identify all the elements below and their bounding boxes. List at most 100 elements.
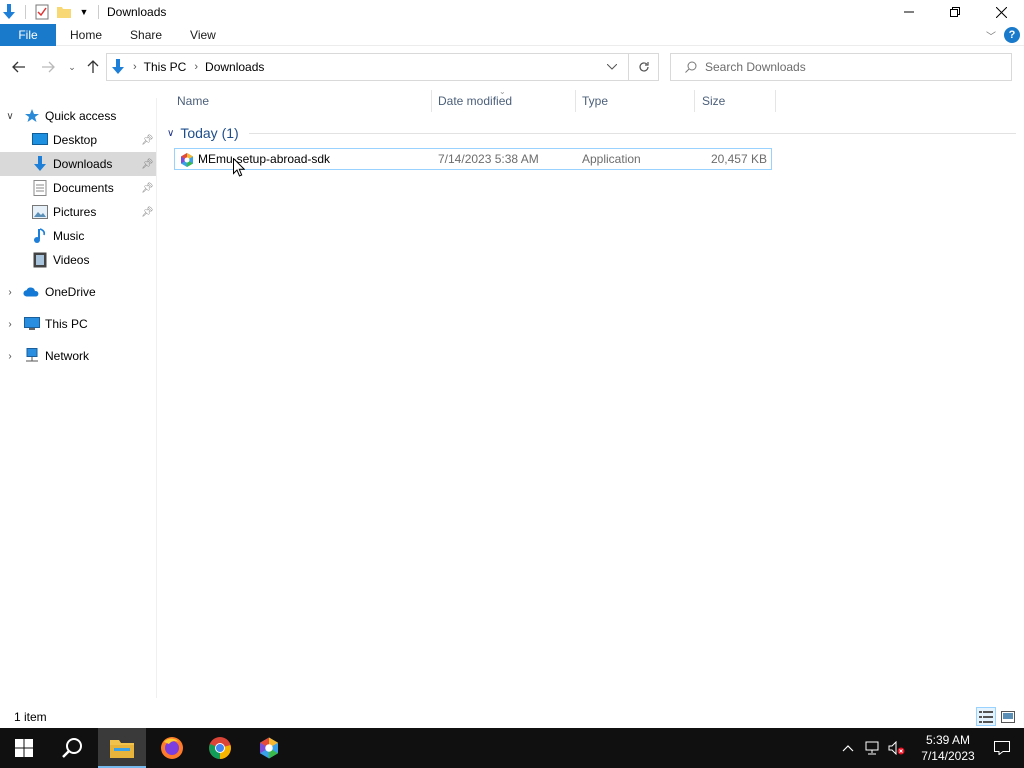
memu-app-icon	[179, 152, 195, 168]
refresh-icon[interactable]	[628, 54, 658, 80]
search-icon[interactable]	[48, 728, 96, 768]
up-button[interactable]	[81, 55, 105, 79]
memu-icon[interactable]	[245, 728, 293, 768]
tab-home[interactable]: Home	[56, 24, 116, 46]
column-header-label: Name	[177, 94, 210, 108]
view-buttons	[976, 707, 1018, 726]
sidebar-item-documents[interactable]: Documents 📌︎	[0, 176, 156, 200]
clock-time: 5:39 AM	[925, 733, 971, 747]
file-row[interactable]: MEmu-setup-abroad-sdk 7/14/2023 5:38 AM …	[174, 148, 772, 170]
sidebar-item-pictures[interactable]: Pictures 📌︎	[0, 200, 156, 224]
group-label: Today (1)	[180, 125, 239, 141]
start-icon[interactable]	[0, 728, 48, 768]
sidebar-item-downloads[interactable]: Downloads 📌︎	[0, 152, 156, 176]
download-icon	[32, 156, 48, 172]
music-icon	[32, 228, 48, 244]
column-divider[interactable]	[775, 90, 776, 112]
pin-icon[interactable]: 📌︎	[141, 207, 154, 218]
network-icon	[24, 348, 40, 364]
minimize-icon[interactable]	[886, 0, 932, 24]
close-icon[interactable]	[978, 0, 1024, 24]
address-bar[interactable]: › This PC › Downloads	[106, 53, 659, 81]
search-box[interactable]	[670, 53, 1012, 81]
network-status-icon[interactable]	[860, 741, 884, 755]
new-folder-icon[interactable]	[56, 5, 72, 19]
videos-icon	[32, 252, 48, 268]
sidebar-item-onedrive[interactable]: › OneDrive	[0, 280, 156, 304]
download-location-icon	[111, 59, 125, 75]
file-date: 7/14/2023 5:38 AM	[438, 152, 539, 166]
desktop-icon	[32, 132, 48, 148]
mouse-cursor-icon	[233, 157, 246, 180]
download-arrow-icon	[1, 4, 17, 20]
chevron-down-icon[interactable]: ∨	[167, 128, 174, 139]
tab-share[interactable]: Share	[116, 24, 176, 46]
volume-muted-icon[interactable]	[884, 741, 910, 755]
sidebar-item-network[interactable]: › Network	[0, 344, 156, 368]
window-title: Downloads	[107, 5, 167, 19]
sidebar-item-label: Network	[45, 349, 90, 363]
sidebar-item-videos[interactable]: Videos	[0, 248, 156, 272]
help-icon[interactable]: ?	[1004, 27, 1020, 43]
chevron-right-icon[interactable]: ›	[4, 351, 16, 362]
quick-access-toolbar: ▼	[0, 0, 99, 24]
sidebar-item-label: Desktop	[53, 133, 98, 147]
sidebar-item-label: Videos	[53, 253, 90, 267]
chrome-icon[interactable]	[196, 728, 244, 768]
file-name[interactable]: MEmu-setup-abroad-sdk	[198, 152, 330, 166]
group-header-today[interactable]: ∨ Today (1)	[164, 122, 1016, 144]
breadcrumb-this-pc[interactable]: This PC	[144, 60, 187, 74]
firefox-icon[interactable]	[148, 728, 196, 768]
details-view-icon[interactable]	[976, 707, 996, 726]
column-header-size[interactable]: Size	[695, 88, 776, 114]
tab-file[interactable]: File	[0, 23, 56, 46]
chevron-right-icon[interactable]: ›	[133, 61, 137, 73]
sidebar-item-quick-access[interactable]: ∨ Quick access	[0, 104, 156, 128]
clock-date: 7/14/2023	[921, 749, 975, 763]
restore-icon[interactable]	[932, 0, 978, 24]
column-header-name[interactable]: Name	[170, 88, 432, 114]
chevron-right-icon[interactable]: ›	[4, 287, 16, 298]
file-explorer-icon[interactable]	[98, 728, 146, 768]
sidebar-item-label: Pictures	[53, 205, 97, 219]
forward-button[interactable]	[36, 55, 60, 79]
clock[interactable]: 5:39 AM 7/14/2023	[916, 732, 980, 764]
chevron-right-icon[interactable]: ›	[4, 319, 16, 330]
properties-icon[interactable]	[34, 4, 50, 20]
documents-icon	[32, 180, 48, 196]
sidebar-item-label: Quick access	[45, 109, 117, 123]
system-tray: 5:39 AM 7/14/2023	[836, 728, 1024, 768]
pin-icon[interactable]: 📌︎	[141, 135, 154, 146]
chevron-down-icon[interactable]: ∨	[4, 111, 16, 122]
pin-icon[interactable]: 📌︎	[141, 183, 154, 194]
sidebar-item-label: OneDrive	[45, 285, 96, 299]
customize-toolbar-icon[interactable]: ▼	[76, 7, 92, 17]
search-icon	[685, 61, 697, 73]
column-header-label: Size	[702, 94, 726, 108]
title-bar: ▼ Downloads	[0, 0, 1024, 24]
breadcrumb-downloads[interactable]: Downloads	[205, 60, 264, 74]
status-bar: 1 item	[0, 706, 1024, 728]
column-header-date[interactable]: Date modified ⌄	[432, 87, 576, 114]
pin-icon[interactable]: 📌︎	[141, 159, 154, 170]
address-dropdown-icon[interactable]	[600, 54, 624, 80]
tab-view[interactable]: View	[176, 24, 230, 46]
notifications-icon[interactable]	[980, 741, 1024, 755]
expand-ribbon-icon[interactable]: ﹀	[986, 28, 996, 43]
separator	[98, 5, 99, 19]
column-header-type[interactable]: Type	[576, 88, 695, 114]
back-button[interactable]	[7, 55, 31, 79]
sidebar-item-this-pc[interactable]: › This PC	[0, 312, 156, 336]
separator	[25, 5, 26, 19]
window-controls	[886, 0, 1024, 24]
computer-icon	[24, 316, 40, 332]
large-icons-view-icon[interactable]	[998, 707, 1018, 726]
search-input[interactable]	[705, 60, 995, 74]
navigation-bar: ⌄ › This PC › Downloads	[0, 50, 1024, 84]
show-hidden-icons-icon[interactable]	[836, 744, 860, 752]
column-header-label: Date modified	[438, 94, 513, 108]
chevron-right-icon[interactable]: ›	[194, 61, 198, 73]
ribbon-right-controls: ﹀ ?	[986, 24, 1020, 46]
sidebar-item-music[interactable]: Music	[0, 224, 156, 248]
sidebar-item-desktop[interactable]: Desktop 📌︎	[0, 128, 156, 152]
